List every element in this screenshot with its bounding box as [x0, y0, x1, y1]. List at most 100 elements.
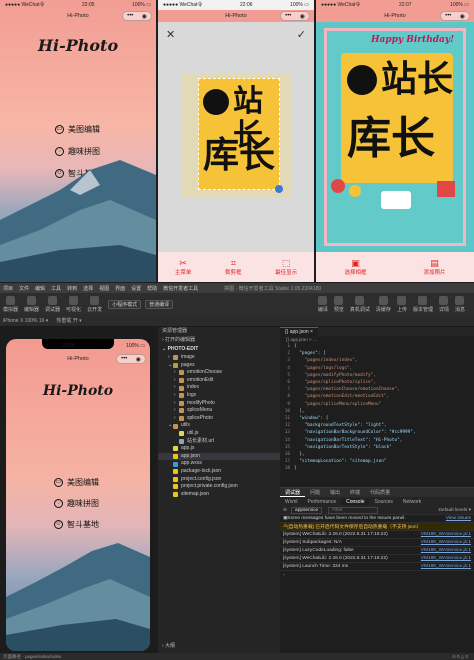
capsule-menu[interactable]: ••• ◉	[440, 11, 470, 21]
folder-item[interactable]: › emotionEdit	[158, 377, 280, 385]
crop-frame[interactable]: 站长 库长	[198, 78, 283, 193]
source-link[interactable]: VM188_WAService.js:1	[421, 556, 471, 561]
close-circle-icon[interactable]: ◉	[142, 13, 147, 20]
capsule-menu[interactable]: ••• ◉	[116, 354, 146, 364]
clear-icon[interactable]: ⊘	[283, 508, 287, 513]
mode-select[interactable]: 小程序模式	[108, 299, 142, 309]
remote-debug-button[interactable]: 真机调试	[350, 295, 370, 313]
upload-button[interactable]: 上传	[397, 295, 407, 313]
file-item[interactable]: package-lock.json	[158, 468, 280, 476]
menu-goto[interactable]: 转到	[67, 285, 77, 292]
menu-item-puzzle[interactable]: ♡ 趣味拼图	[54, 498, 99, 509]
folder-item[interactable]: › splicePhoto	[158, 415, 280, 423]
tab-network[interactable]: Network	[398, 499, 426, 505]
tab-problems[interactable]: 问题	[305, 489, 325, 496]
simulator-toggle[interactable]: 模拟器	[3, 295, 18, 313]
folder-item[interactable]: ⌄ utils	[158, 422, 280, 430]
preview-button[interactable]: 预览	[334, 295, 344, 313]
file-item[interactable]: sitemap.json	[158, 491, 280, 499]
folder-item[interactable]: › spliceMenu	[158, 407, 280, 415]
menu-item-edit[interactable]: ▭ 美图编辑	[54, 477, 99, 488]
add-photo-button[interactable]: ▤ 添加照片	[423, 258, 445, 276]
visual-toggle[interactable]: 可视化	[66, 295, 81, 313]
messages-button[interactable]: 消息	[455, 295, 465, 313]
folder-item[interactable]: ⌄ pages	[158, 362, 280, 370]
folder-item[interactable]: › logs	[158, 392, 280, 400]
file-item[interactable]: project.config.json	[158, 476, 280, 484]
tab-output[interactable]: 输出	[325, 489, 345, 496]
menu-tools[interactable]: 工具	[51, 285, 61, 292]
more-icon[interactable]: •••	[127, 13, 133, 19]
source-link[interactable]: VM188_WAService.js:1	[421, 532, 471, 537]
cloud-toggle[interactable]: 云开发	[87, 295, 102, 313]
filter-input[interactable]: Filter	[328, 506, 379, 514]
file-item[interactable]: app.wxss	[158, 460, 280, 468]
tab-sources[interactable]: Sources	[369, 499, 397, 505]
project-root[interactable]: ⌄ PHOTO-EDIT	[158, 345, 280, 354]
choose-frame-button[interactable]: ▣ 选择相框	[344, 258, 366, 276]
close-circle-icon[interactable]: ◉	[136, 356, 141, 363]
page-path[interactable]: 页面路径 · pages/index/index	[3, 653, 61, 660]
menu-view[interactable]: 视图	[99, 285, 109, 292]
tab-debugger[interactable]: 调试器	[280, 489, 306, 497]
tab-wxml[interactable]: Wxml	[280, 499, 303, 505]
device-select[interactable]: iPhone X 100% 16 ▾	[3, 318, 48, 324]
context-select[interactable]: appservice	[291, 506, 323, 514]
crop-box-button[interactable]: ⌗ 裁剪框	[225, 258, 242, 276]
tab-performance[interactable]: Performance	[303, 499, 342, 505]
menu-project[interactable]: 项目	[3, 285, 13, 292]
more-icon[interactable]: •••	[445, 13, 451, 19]
folder-item[interactable]: › image	[158, 354, 280, 362]
tab-terminal[interactable]: 终端	[345, 489, 365, 496]
code-editor[interactable]: {} app.json × {} app.json > ... 1{2 "pag…	[280, 327, 474, 487]
home-menu-button[interactable]: ✂ 主菜单	[175, 258, 192, 276]
source-link[interactable]: View issues	[446, 516, 471, 521]
file-item[interactable]: app.js	[158, 445, 280, 453]
source-link[interactable]: VM188_WAService.js:1	[421, 548, 471, 553]
capsule-menu[interactable]: ••• ◉	[280, 11, 310, 21]
details-button[interactable]: 详情	[439, 295, 449, 313]
menu-item-game[interactable]: ☺ 智斗基地	[54, 519, 99, 530]
menu-interface[interactable]: 界面	[115, 285, 125, 292]
resize-handle[interactable]	[275, 185, 283, 193]
simulator-phone[interactable]: 22:05 100% ▭ Hi-Photo ••• ◉ Hi-Photo ▭ 美图编辑…	[6, 339, 150, 651]
menu-file[interactable]: 文件	[19, 285, 29, 292]
capsule-menu[interactable]: ••• ◉	[122, 11, 152, 21]
menu-item-edit[interactable]: ▭ 美图编辑	[55, 124, 100, 135]
menu-settings[interactable]: 设置	[131, 285, 141, 292]
close-circle-icon[interactable]: ◉	[460, 13, 465, 20]
menu-edit[interactable]: 编辑	[35, 285, 45, 292]
hot-reload-select[interactable]: 热重载 开 ▾	[56, 317, 81, 324]
outline-section[interactable]: › 大纲	[158, 642, 175, 651]
levels-select[interactable]: Default levels ▾	[438, 508, 471, 513]
source-link[interactable]: VM188_WAService.js:1	[421, 564, 471, 569]
menu-devtools[interactable]: 微信开发者工具	[163, 285, 198, 292]
clear-cache-button[interactable]: 清缓存	[376, 295, 391, 313]
crop-canvas[interactable]: ✕ ✓ 站长 库长	[158, 22, 314, 256]
folder-item[interactable]: › modifyPhoto	[158, 400, 280, 408]
file-item[interactable]: 站长素材.url	[158, 438, 280, 446]
debugger-toggle[interactable]: 调试器	[45, 295, 60, 313]
tab-console[interactable]: Console	[341, 498, 370, 505]
best-fit-button[interactable]: ⬚ 最佳显示	[275, 258, 297, 276]
folder-item[interactable]: › emotionChoose	[158, 369, 280, 377]
file-item[interactable]: app.json	[158, 452, 280, 461]
menu-select[interactable]: 选择	[83, 285, 93, 292]
folder-item[interactable]: › index	[158, 384, 280, 392]
file-item[interactable]: util.js	[158, 430, 280, 438]
tab-app-json[interactable]: {} app.json ×	[280, 327, 318, 336]
problem-count[interactable]: ⊙ 0 △ 0	[452, 653, 474, 660]
version-button[interactable]: 版本管理	[413, 295, 433, 313]
close-circle-icon[interactable]: ◉	[300, 13, 305, 20]
open-editors-section[interactable]: › 打开的编辑器	[158, 336, 280, 345]
menu-help[interactable]: 帮助	[147, 285, 157, 292]
console-prompt[interactable]: ›	[280, 571, 474, 579]
compile-button[interactable]: 编译	[318, 295, 328, 313]
editor-toggle[interactable]: 编辑器	[24, 295, 39, 313]
file-item[interactable]: project.private.config.json	[158, 483, 280, 491]
check-icon[interactable]: ✓	[297, 28, 306, 41]
close-icon[interactable]: ✕	[166, 28, 175, 41]
more-icon[interactable]: •••	[121, 356, 127, 362]
tab-quality[interactable]: 代码质量	[365, 489, 395, 496]
source-link[interactable]: VM188_WAService.js:1	[421, 540, 471, 545]
